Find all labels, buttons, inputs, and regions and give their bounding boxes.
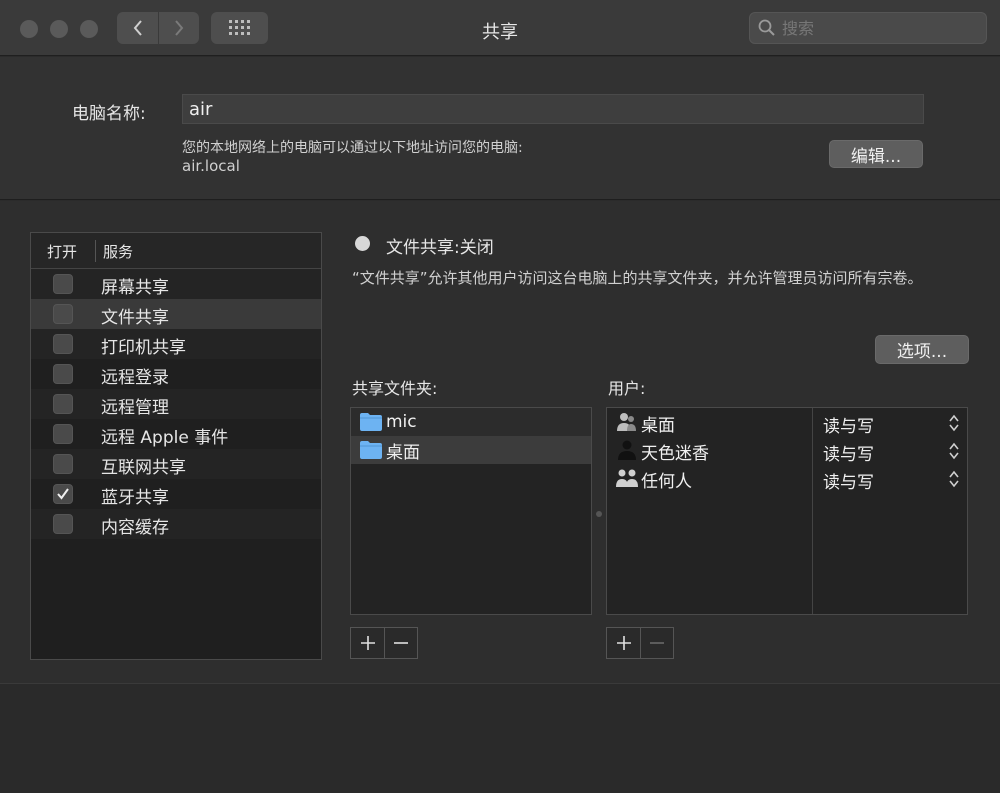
user-name: 桌面 xyxy=(641,416,675,436)
user-row[interactable]: 任何人 读与写 xyxy=(607,464,967,493)
folder-icon xyxy=(360,413,382,431)
service-row[interactable]: 远程 Apple 事件 xyxy=(31,419,321,449)
service-row[interactable]: 远程登录 xyxy=(31,359,321,389)
options-button[interactable]: 选项... xyxy=(875,335,969,364)
shared-folders-label: 共享文件夹: xyxy=(352,379,438,398)
user-row[interactable]: 桌面 读与写 xyxy=(607,408,967,437)
column-header-open[interactable]: 打开 xyxy=(47,241,77,262)
footer xyxy=(0,683,1000,793)
service-label: 远程 Apple 事件 xyxy=(101,428,229,448)
users-label: 用户: xyxy=(608,379,646,398)
service-row[interactable]: 屏幕共享 xyxy=(31,269,321,299)
add-user-button[interactable] xyxy=(607,628,640,658)
search-box[interactable] xyxy=(749,12,987,44)
status-indicator-icon xyxy=(355,236,370,251)
service-checkbox[interactable] xyxy=(53,484,73,504)
service-checkbox[interactable] xyxy=(53,304,73,324)
local-address: air.local xyxy=(182,157,240,175)
plus-icon xyxy=(616,636,631,650)
shared-folder-name: mic xyxy=(386,412,417,432)
user-row[interactable]: 天色迷香 读与写 xyxy=(607,436,967,465)
user-name: 天色迷香 xyxy=(641,444,709,464)
services-list-header: 打开 服务 xyxy=(31,233,321,269)
shared-folders-list: mic 桌面 xyxy=(350,407,592,615)
service-label: 蓝牙共享 xyxy=(101,488,169,508)
permission-select[interactable]: 读与写 xyxy=(823,440,874,465)
service-row[interactable]: 远程管理 xyxy=(31,389,321,419)
computer-name-section: 电脑名称: 您的本地网络上的电脑可以通过以下地址访问您的电脑: air.loca… xyxy=(0,57,1000,200)
service-label: 远程登录 xyxy=(101,368,169,388)
service-label: 打印机共享 xyxy=(101,338,186,358)
service-row[interactable]: 文件共享 xyxy=(31,299,321,329)
computer-name-field[interactable] xyxy=(182,94,924,124)
edit-button[interactable]: 编辑... xyxy=(829,140,923,168)
user-group-icon xyxy=(617,413,636,431)
add-folder-button[interactable] xyxy=(351,628,384,658)
service-label: 内容缓存 xyxy=(101,518,169,538)
search-input[interactable] xyxy=(782,18,972,38)
file-sharing-description: “文件共享”允许其他用户访问这台电脑上的共享文件夹，并允许管理员访问所有宗卷。 xyxy=(352,269,923,287)
service-row[interactable]: 内容缓存 xyxy=(31,509,321,539)
service-row[interactable]: 互联网共享 xyxy=(31,449,321,479)
users-list: 桌面 读与写 天色迷香 读与写 任何人 读与写 xyxy=(606,407,968,615)
service-checkbox[interactable] xyxy=(53,334,73,354)
plus-icon xyxy=(360,636,375,650)
services-list: 打开 服务 屏幕共享文件共享打印机共享远程登录远程管理远程 Apple 事件 互联… xyxy=(30,232,322,660)
title-bar: 共享 xyxy=(0,0,1000,56)
up-down-chevron-icon[interactable] xyxy=(947,441,961,461)
service-row[interactable]: 蓝牙共享 xyxy=(31,479,321,509)
file-sharing-status: 文件共享:关闭 xyxy=(386,238,494,258)
remove-folder-button[interactable] xyxy=(384,628,417,658)
computer-name-description: 您的本地网络上的电脑可以通过以下地址访问您的电脑: xyxy=(182,140,523,156)
splitter-handle[interactable] xyxy=(596,511,602,517)
remove-user-button[interactable] xyxy=(640,628,673,658)
service-label: 互联网共享 xyxy=(101,458,186,478)
user-add-remove-group xyxy=(606,627,674,659)
user-icon xyxy=(618,440,636,460)
service-checkbox[interactable] xyxy=(53,394,73,414)
shared-folder-name: 桌面 xyxy=(386,442,420,463)
service-label: 远程管理 xyxy=(101,398,169,418)
service-checkbox[interactable] xyxy=(53,424,73,444)
computer-name-label: 电脑名称: xyxy=(72,104,146,124)
up-down-chevron-icon[interactable] xyxy=(947,413,961,433)
shared-folder-row[interactable]: mic xyxy=(351,408,591,436)
search-icon xyxy=(758,19,775,36)
permission-select[interactable]: 读与写 xyxy=(823,468,874,493)
service-checkbox[interactable] xyxy=(53,514,73,534)
service-checkbox[interactable] xyxy=(53,454,73,474)
main-panel: 打开 服务 屏幕共享文件共享打印机共享远程登录远程管理远程 Apple 事件 互联… xyxy=(0,201,1000,683)
checkmark-icon xyxy=(57,488,69,500)
minus-icon xyxy=(650,642,664,644)
minus-icon xyxy=(394,642,408,644)
folder-add-remove-group xyxy=(350,627,418,659)
permission-select[interactable]: 读与写 xyxy=(823,412,874,437)
up-down-chevron-icon[interactable] xyxy=(947,469,961,489)
everyone-icon xyxy=(616,469,638,487)
folder-icon xyxy=(360,441,382,459)
column-divider xyxy=(95,240,96,262)
user-name: 任何人 xyxy=(641,472,692,492)
service-label: 文件共享 xyxy=(101,308,169,328)
column-header-service[interactable]: 服务 xyxy=(103,241,133,262)
service-checkbox[interactable] xyxy=(53,364,73,384)
service-checkbox[interactable] xyxy=(53,274,73,294)
service-label: 屏幕共享 xyxy=(101,278,169,298)
shared-folder-row[interactable]: 桌面 xyxy=(351,436,591,464)
service-row[interactable]: 打印机共享 xyxy=(31,329,321,359)
